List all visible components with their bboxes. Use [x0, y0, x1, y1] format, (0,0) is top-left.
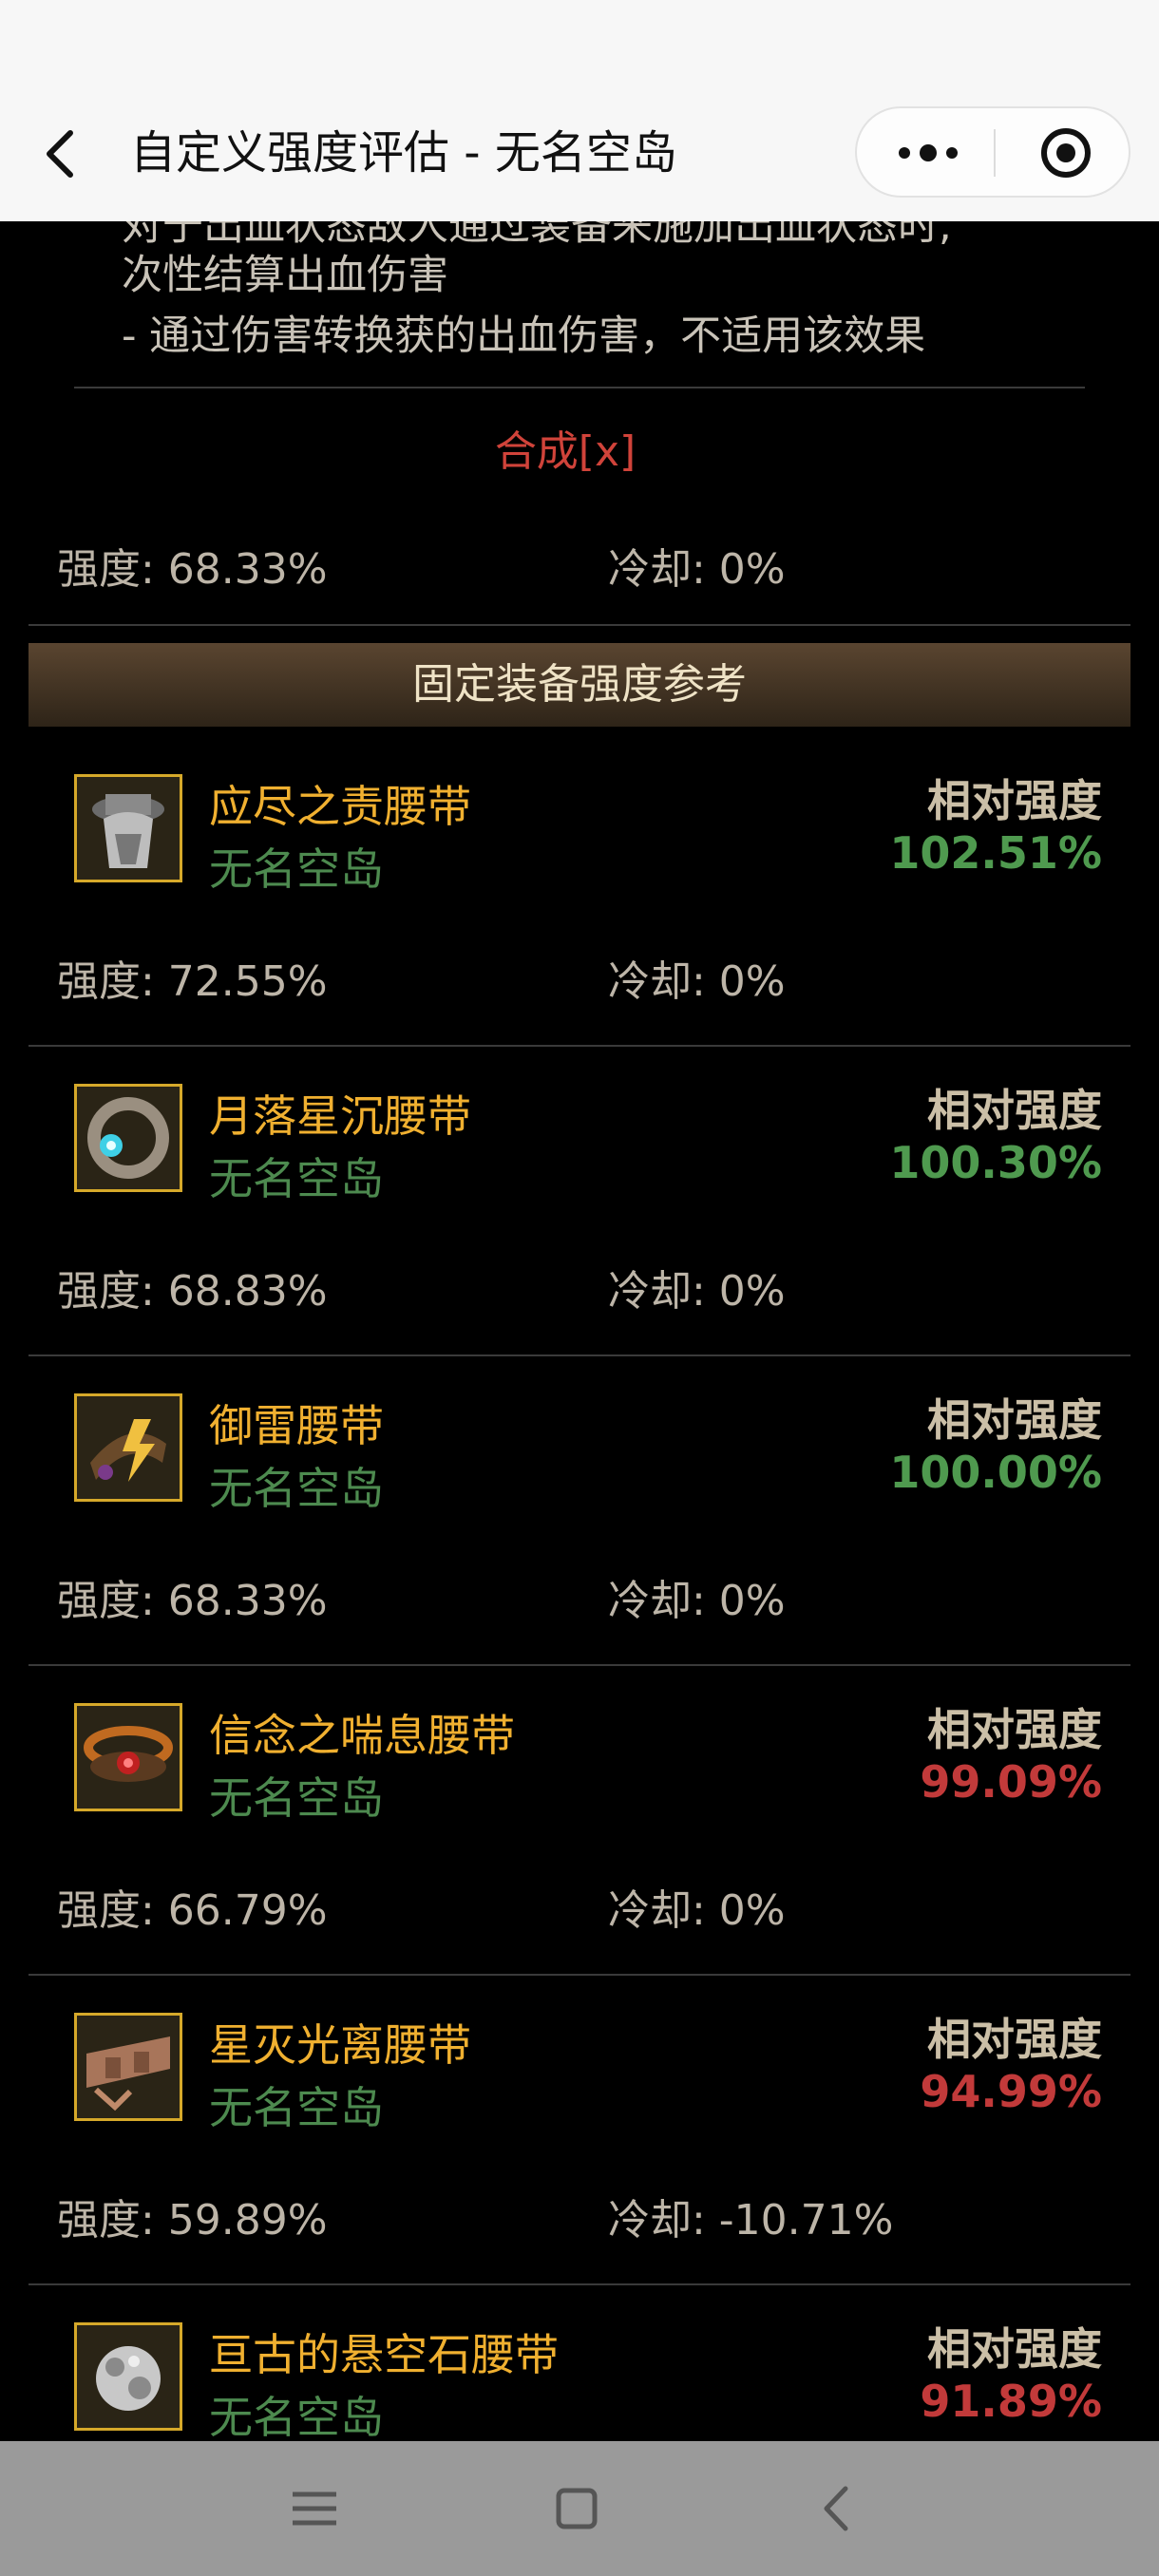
item-origin: 无名空岛 [209, 1463, 384, 1514]
item-name: 御雷腰带 [209, 1400, 384, 1451]
content-scroll-area[interactable]: 对于出血状态敌人通过装备来施加出血状态时, 次性结算出血伤害 - 通过伤害转换获… [0, 221, 1159, 2441]
relative-strength-label: 相对强度 [927, 2323, 1102, 2375]
item-origin: 无名空岛 [209, 1153, 384, 1204]
back-button[interactable] [38, 122, 86, 186]
menu-button[interactable] [281, 2475, 348, 2542]
divider [28, 624, 1130, 626]
item-strength: 强度: 66.79% [57, 1886, 328, 1935]
item-name: 亘古的悬空石腰带 [209, 2329, 559, 2380]
relative-strength-label: 相对强度 [927, 1085, 1102, 1136]
ring-belt-icon [74, 1084, 182, 1192]
leather-belt-icon [74, 2013, 182, 2121]
item-cooldown: 冷却: -10.71% [608, 2196, 894, 2245]
relative-strength-label: 相对强度 [927, 775, 1102, 826]
hat-belt-icon [74, 774, 182, 882]
compose-link[interactable]: 合成[x] [0, 417, 1130, 478]
equipment-item[interactable]: 御雷腰带 无名空岛 相对强度 100.00% 强度: 68.33% 冷却: 0% [0, 1357, 1159, 1667]
item-strength: 强度: 72.55% [57, 957, 328, 1006]
stone-belt-icon [74, 2322, 182, 2431]
equipment-item[interactable]: 应尽之责腰带 无名空岛 相对强度 102.51% 强度: 72.55% 冷却: … [0, 738, 1159, 1048]
item-strength: 强度: 68.83% [57, 1267, 328, 1316]
relative-strength-label: 相对强度 [927, 1704, 1102, 1755]
divider [28, 1974, 1130, 1976]
relative-strength-value: 91.89% [920, 2376, 1102, 2427]
faith-belt-icon [74, 1703, 182, 1811]
item-name: 月落星沉腰带 [209, 1090, 471, 1142]
divider [28, 1664, 1130, 1666]
item-origin: 无名空岛 [209, 1772, 384, 1824]
capsule-menu [855, 106, 1130, 198]
item-cooldown: 冷却: 0% [608, 957, 786, 1006]
equipment-item[interactable]: 亘古的悬空石腰带 无名空岛 相对强度 91.89% [0, 2286, 1159, 2441]
section-header: 固定装备强度参考 [28, 643, 1130, 727]
page-title: 自定义强度评估 - 无名空岛 [130, 126, 677, 180]
item-cooldown: 冷却: 0% [608, 1886, 786, 1935]
item-cooldown: 冷却: 0% [608, 1577, 786, 1625]
item-name: 应尽之责腰带 [209, 781, 471, 832]
system-navigation-bar [0, 2441, 1159, 2576]
item-name: 星灭光离腰带 [209, 2019, 471, 2071]
item-origin: 无名空岛 [209, 2082, 384, 2133]
base-strength: 强度: 68.33% [57, 545, 328, 594]
more-dots-icon [899, 144, 958, 161]
relative-strength-value: 102.51% [889, 827, 1102, 879]
equipment-item[interactable]: 信念之喘息腰带 无名空岛 相对强度 99.09% 强度: 66.79% 冷却: … [0, 1667, 1159, 1977]
top-navigation-bar: 自定义强度评估 - 无名空岛 [0, 0, 1159, 221]
target-circle-icon [1041, 128, 1091, 178]
square-home-icon [556, 2488, 598, 2529]
item-strength: 强度: 68.33% [57, 1577, 328, 1625]
item-strength: 强度: 59.89% [57, 2196, 328, 2245]
relative-strength-value: 100.00% [889, 1447, 1102, 1498]
description-line: 次性结算出血伤害 [122, 252, 448, 299]
item-origin: 无名空岛 [209, 843, 384, 895]
base-cooldown: 冷却: 0% [608, 545, 786, 594]
item-name: 信念之喘息腰带 [209, 1710, 515, 1761]
capsule-divider [994, 129, 996, 177]
divider [74, 387, 1085, 388]
home-button[interactable] [543, 2475, 610, 2542]
relative-strength-label: 相对强度 [927, 1394, 1102, 1446]
item-origin: 无名空岛 [209, 2392, 384, 2441]
equipment-item[interactable]: 月落星沉腰带 无名空岛 相对强度 100.30% 强度: 68.83% 冷却: … [0, 1048, 1159, 1357]
menu-lines-icon [293, 2491, 336, 2526]
relative-strength-value: 100.30% [889, 1137, 1102, 1188]
item-cooldown: 冷却: 0% [608, 1267, 786, 1316]
relative-strength-label: 相对强度 [927, 2014, 1102, 2065]
close-miniprogram-button[interactable] [1023, 125, 1109, 180]
divider [28, 2283, 1130, 2285]
relative-strength-value: 99.09% [920, 1756, 1102, 1808]
more-button[interactable] [885, 125, 971, 180]
description-line: - 通过伤害转换获的出血伤害，不适用该效果 [122, 313, 926, 360]
divider [28, 1354, 1130, 1356]
chevron-left-icon [47, 130, 73, 178]
equipment-item[interactable]: 星灭光离腰带 无名空岛 相对强度 94.99% 强度: 59.89% 冷却: -… [0, 1977, 1159, 2286]
thunder-belt-icon [74, 1393, 182, 1502]
relative-strength-value: 94.99% [920, 2066, 1102, 2117]
system-back-button[interactable] [804, 2475, 870, 2542]
back-triangle-icon [824, 2486, 848, 2531]
divider [28, 1045, 1130, 1047]
